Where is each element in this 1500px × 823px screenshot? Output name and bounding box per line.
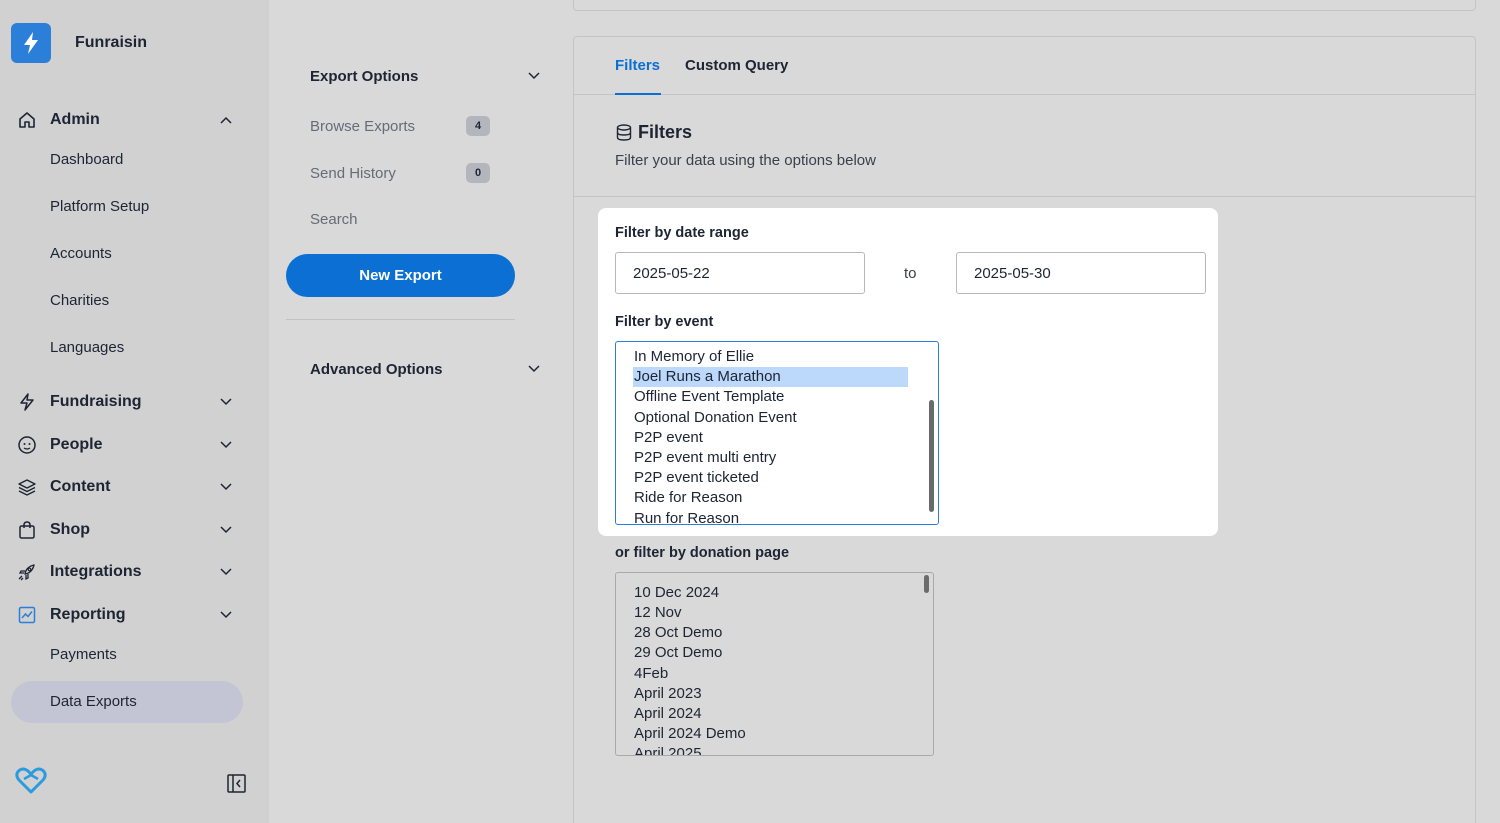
donation-list-scrollbar[interactable] xyxy=(924,575,929,593)
nav-group-label: Fundraising xyxy=(50,393,142,410)
event-list-scrollbar[interactable] xyxy=(929,400,934,512)
sidebar-item-payments[interactable]: Payments xyxy=(50,646,117,663)
nav-group-shop[interactable]: Shop xyxy=(16,519,246,541)
list-item[interactable]: 12 Nov xyxy=(634,603,682,623)
search-link[interactable]: Search xyxy=(310,211,490,228)
count-badge: 0 xyxy=(466,163,490,183)
nav-group-label: People xyxy=(50,436,103,453)
sidebar-item-accounts[interactable]: Accounts xyxy=(50,245,112,262)
list-item[interactable]: In Memory of Ellie xyxy=(634,347,754,367)
chevron-down-icon xyxy=(214,568,238,576)
brand-name: Funraisin xyxy=(75,34,148,51)
face-icon xyxy=(16,434,38,456)
list-item[interactable]: 10 Dec 2024 xyxy=(634,583,719,603)
brand[interactable]: Funraisin xyxy=(11,23,147,63)
sidebar-item-charities[interactable]: Charities xyxy=(50,292,109,309)
nav-group-people[interactable]: People xyxy=(16,434,246,456)
date-event-filter-panel: Filter by date range to Filter by event … xyxy=(598,208,1218,536)
donation-page-label: or filter by donation page xyxy=(615,545,790,561)
list-item[interactable]: April 2023 xyxy=(634,684,702,704)
date-from-input[interactable] xyxy=(615,252,865,294)
list-item[interactable]: April 2025 xyxy=(634,744,702,755)
send-history-link[interactable]: Send History 0 xyxy=(310,163,490,183)
chevron-down-icon xyxy=(214,526,238,534)
rocket-icon xyxy=(16,561,38,583)
export-options-label: Export Options xyxy=(310,67,419,85)
list-item[interactable]: 28 Oct Demo xyxy=(634,623,722,643)
send-history-label: Send History xyxy=(310,164,396,182)
chevron-down-icon xyxy=(214,483,238,491)
list-item[interactable]: P2P event multi entry xyxy=(634,448,776,468)
nav-group-admin[interactable]: Admin xyxy=(16,109,246,131)
browse-exports-label: Browse Exports xyxy=(310,117,416,135)
nav-group-content[interactable]: Content xyxy=(16,476,246,498)
sidebar-item-data-exports[interactable]: Data Exports xyxy=(50,693,137,710)
sidebar-item-dashboard[interactable]: Dashboard xyxy=(50,151,123,168)
chevron-down-icon xyxy=(214,611,238,619)
chevron-down-icon xyxy=(528,67,540,85)
nav-group-label: Reporting xyxy=(50,606,126,623)
date-to-label: to xyxy=(904,265,917,282)
export-options-toggle[interactable]: Export Options xyxy=(310,67,540,85)
chevron-down-icon xyxy=(528,360,540,378)
event-filter-label: Filter by event xyxy=(615,314,714,330)
sidebar-item-platform-setup[interactable]: Platform Setup xyxy=(50,198,149,215)
previous-card xyxy=(573,0,1476,11)
list-item-selected[interactable]: Joel Runs a Marathon xyxy=(633,367,908,387)
list-item[interactable]: 4Feb xyxy=(634,664,668,684)
list-item[interactable]: Offline Event Template xyxy=(634,387,784,407)
new-export-button[interactable]: New Export xyxy=(286,254,515,297)
chevron-down-icon xyxy=(214,441,238,449)
list-item[interactable]: 29 Oct Demo xyxy=(634,643,722,663)
browse-exports-link[interactable]: Browse Exports 4 xyxy=(310,116,490,136)
nav-group-label: Content xyxy=(50,478,111,495)
tab-filters[interactable]: Filters xyxy=(615,57,660,74)
filters-subtitle: Filter your data using the options below xyxy=(615,152,876,169)
lightning-icon xyxy=(16,391,38,413)
tab-custom-query[interactable]: Custom Query xyxy=(685,57,788,74)
shopping-bag-icon xyxy=(16,519,38,541)
nav-group-label: Shop xyxy=(50,521,90,538)
count-badge: 4 xyxy=(466,116,490,136)
donation-page-listbox[interactable]: 10 Dec 2024 12 Nov 28 Oct Demo 29 Oct De… xyxy=(615,572,934,756)
chart-icon xyxy=(16,604,38,626)
date-to-input[interactable] xyxy=(956,252,1206,294)
database-icon xyxy=(616,124,632,141)
list-item[interactable]: Optional Donation Event xyxy=(634,408,797,428)
heart-logo-icon[interactable] xyxy=(15,767,47,800)
list-item[interactable]: April 2024 Demo xyxy=(634,724,746,744)
chevron-down-icon xyxy=(214,398,238,406)
collapse-sidebar-icon[interactable] xyxy=(227,774,246,798)
nav-group-reporting[interactable]: Reporting xyxy=(16,604,246,626)
list-item[interactable]: Run for Reason xyxy=(634,509,739,524)
layers-icon xyxy=(16,476,38,498)
list-item[interactable]: P2P event ticketed xyxy=(634,468,759,488)
filters-title-text: Filters xyxy=(638,122,693,142)
nav-group-label: Integrations xyxy=(50,563,142,580)
sidebar-item-languages[interactable]: Languages xyxy=(50,339,124,356)
list-item[interactable]: Ride for Reason xyxy=(634,488,742,508)
list-item[interactable]: April 2024 xyxy=(634,704,702,724)
advanced-options-toggle[interactable]: Advanced Options xyxy=(310,360,540,378)
filters-title: Filters xyxy=(616,122,692,143)
list-item[interactable]: P2P event xyxy=(634,428,703,448)
chevron-up-icon xyxy=(214,116,238,124)
nav-group-label: Admin xyxy=(50,111,100,128)
event-listbox[interactable]: — In Memory of Ellie Joel Runs a Maratho… xyxy=(615,341,939,525)
divider xyxy=(286,319,515,320)
lightning-logo-icon xyxy=(11,23,51,63)
nav-group-fundraising[interactable]: Fundraising xyxy=(16,391,246,413)
tab-bar: Filters Custom Query xyxy=(574,37,1475,95)
filters-header: Filters Filter your data using the optio… xyxy=(574,95,1475,197)
sidebar: Funraisin Admin Dashboard Platform Setup… xyxy=(0,0,269,823)
date-range-label: Filter by date range xyxy=(615,225,749,241)
home-icon xyxy=(16,109,38,131)
advanced-options-label: Advanced Options xyxy=(310,360,443,378)
export-menu: Export Options Browse Exports 4 Send His… xyxy=(269,0,573,823)
nav-group-integrations[interactable]: Integrations xyxy=(16,561,246,583)
search-label: Search xyxy=(310,211,358,228)
